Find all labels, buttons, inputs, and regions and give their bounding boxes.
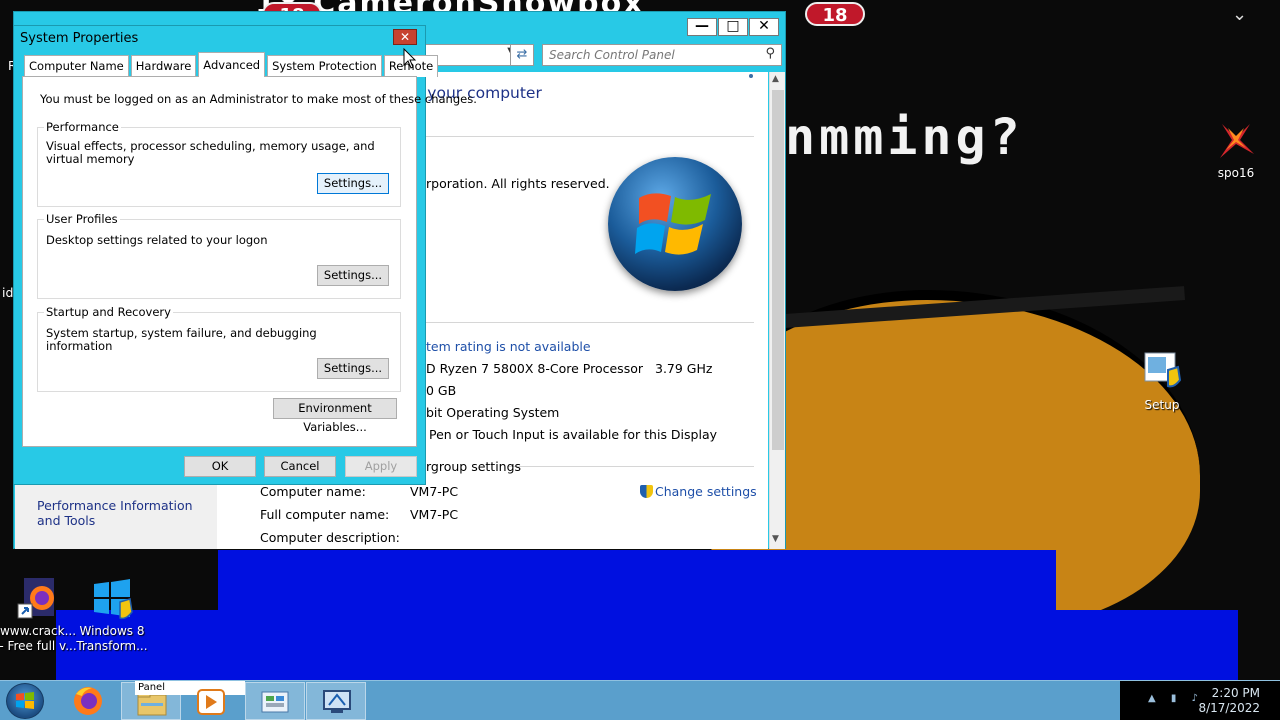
window-caption-buttons: — □ ✕ — [687, 18, 779, 36]
rating-link[interactable]: tem rating is not available — [426, 339, 591, 354]
computer-name-value: VM7-PC — [410, 484, 459, 499]
ok-button[interactable]: OK — [184, 456, 256, 477]
control-panel-icon — [261, 691, 289, 713]
user-profiles-settings-button[interactable]: Settings... — [317, 265, 389, 286]
desktop-icon-label: Windows 8 Transform... — [76, 624, 148, 653]
startup-recovery-group: Startup and Recovery System startup, sys… — [37, 305, 401, 392]
refresh-icon: ⇄ — [516, 47, 528, 62]
left-edge-text: id — [2, 285, 14, 300]
search-placeholder: Search Control Panel — [549, 48, 675, 62]
user-profiles-group: User Profiles Desktop settings related t… — [37, 212, 401, 299]
performance-settings-button[interactable]: Settings... — [317, 173, 389, 194]
group-title: User Profiles — [44, 212, 120, 226]
startup-settings-button[interactable]: Settings... — [317, 358, 389, 379]
advanced-tab-panel: You must be logged on as an Administrato… — [22, 76, 477, 447]
divider — [507, 466, 754, 467]
minimize-button[interactable]: — — [687, 18, 717, 36]
dialog-tabs: Computer Name Hardware Advanced System P… — [24, 52, 440, 77]
firefox-icon — [74, 687, 102, 715]
system-type-value: bit Operating System — [426, 405, 560, 420]
performance-group: Performance Visual effects, processor sc… — [37, 120, 401, 207]
refresh-button[interactable]: ⇄ — [510, 44, 534, 66]
environment-variables-button[interactable]: Environment Variables... — [273, 398, 397, 434]
group-title: Performance — [44, 120, 121, 134]
wallpaper-badge-right: 18 — [805, 2, 865, 26]
tab-hardware[interactable]: Hardware — [130, 55, 197, 77]
desktop-icon-windows-8-transform[interactable]: Windows 8 Transform... — [72, 576, 152, 654]
clock-date: 8/17/2022 — [1198, 701, 1260, 715]
tray-icons[interactable]: ▲ ▮ ♪ — [1148, 693, 1204, 704]
setup-icon — [1140, 350, 1184, 394]
processor-value: D Ryzen 7 5800X 8-Core Processor — [426, 361, 643, 376]
admin-note: You must be logged on as an Administrato… — [40, 92, 477, 106]
chevron-down-icon: ⌄ — [1232, 4, 1248, 25]
system-tray: ▲ ▮ ♪ 2:20 PM 8/17/2022 — [1140, 681, 1280, 720]
start-button[interactable] — [6, 683, 44, 719]
desktop-icon-spo16[interactable]: spo16 — [1196, 118, 1276, 181]
apply-button[interactable]: Apply — [345, 456, 417, 477]
wallpaper-blue-block-lower — [56, 610, 1238, 680]
group-description: Visual effects, processor scheduling, me… — [46, 139, 375, 166]
media-player-icon — [197, 689, 225, 715]
full-name-label: Full computer name: — [260, 507, 390, 522]
firefox-shortcut-icon — [16, 576, 60, 620]
group-description: System startup, system failure, and debu… — [46, 326, 317, 353]
close-icon: ✕ — [399, 30, 411, 44]
windows-flag-icon — [16, 692, 34, 709]
divider — [426, 322, 754, 323]
close-button[interactable]: ✕ — [749, 18, 779, 36]
computer-name-label: Computer name: — [260, 484, 366, 499]
desktop-icon-label: spo16 — [1217, 166, 1255, 180]
change-settings-label: Change settings — [655, 484, 757, 499]
wallpaper-question: nmming? — [785, 108, 1024, 166]
taskbar-media-player[interactable] — [182, 682, 242, 720]
clock[interactable]: 2:20 PM 8/17/2022 — [1198, 686, 1260, 716]
tab-system-protection[interactable]: System Protection — [267, 55, 382, 77]
search-icon: ⚲ — [765, 46, 775, 61]
shield-icon — [640, 485, 653, 498]
system-properties-dialog: System Properties ✕ Computer Name Hardwa… — [13, 25, 477, 485]
desktop-icon-label: www.crack... - Free full v... — [0, 624, 77, 653]
tab-computer-name[interactable]: Computer Name — [24, 55, 129, 77]
maximize-button[interactable]: □ — [718, 18, 748, 36]
copyright-text: rporation. All rights reserved. — [426, 176, 610, 191]
dialog-close-button[interactable]: ✕ — [393, 29, 417, 45]
processor-speed: 3.79 GHz — [655, 361, 713, 376]
group-description: Desktop settings related to your logon — [46, 233, 268, 247]
taskbar-system-properties[interactable] — [306, 682, 366, 720]
taskbar-firefox[interactable] — [58, 682, 118, 720]
cancel-button[interactable]: Cancel — [264, 456, 336, 477]
divider — [426, 136, 754, 137]
group-title: Startup and Recovery — [44, 305, 173, 319]
search-input[interactable]: Search Control Panel ⚲ — [542, 44, 782, 66]
clock-time: 2:20 PM — [1211, 686, 1260, 700]
scroll-down-icon[interactable]: ▼ — [772, 534, 779, 544]
desktop-icon-setup[interactable]: Setup — [1122, 350, 1202, 413]
desktop-icon-label: Setup — [1144, 398, 1180, 412]
vertical-scrollbar[interactable]: ▲ ▼ — [769, 72, 785, 549]
system-properties-icon — [323, 690, 351, 713]
pen-touch-value: Pen or Touch Input is available for this… — [429, 427, 718, 442]
info-dot — [749, 74, 753, 78]
taskbar: Panel ▲ ▮ ♪ 2:20 PM 8/17/2022 — [0, 680, 1280, 720]
change-settings-link[interactable]: Change settings — [640, 484, 757, 499]
dialog-title: System Properties — [20, 31, 139, 46]
description-label: Computer description: — [260, 530, 400, 545]
windows-logo — [608, 157, 742, 291]
scroll-up-icon[interactable]: ▲ — [772, 74, 779, 84]
windows-8-icon — [90, 576, 134, 620]
spo16-icon — [1214, 118, 1258, 162]
taskbar-control-panel[interactable] — [245, 682, 305, 720]
scrollbar-thumb[interactable] — [772, 90, 784, 450]
ram-value: 0 GB — [426, 383, 457, 398]
performance-information-link[interactable]: Performance Information and Tools — [37, 498, 207, 528]
full-name-value: VM7-PC — [410, 507, 459, 522]
workgroup-heading: rgroup settings — [426, 459, 522, 474]
wallpaper-blue-block — [218, 550, 1056, 610]
taskbar-divider — [1120, 681, 1140, 720]
desktop-icon-www-crack[interactable]: www.crack... - Free full v... — [0, 576, 78, 654]
tab-advanced[interactable]: Advanced — [198, 52, 266, 77]
